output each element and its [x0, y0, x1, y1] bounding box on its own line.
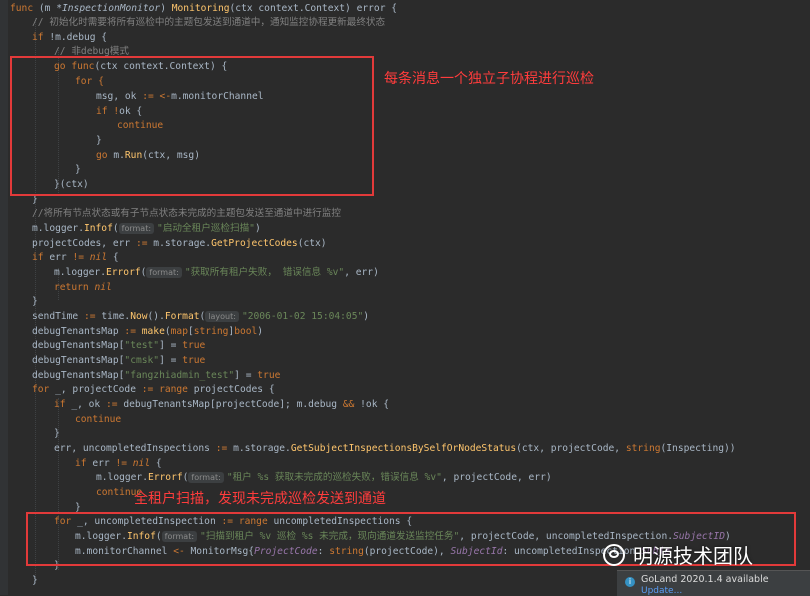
code-line-20: return nil	[54, 282, 112, 293]
editor-gutter	[0, 0, 8, 595]
code-line-3: if !m.debug {	[32, 32, 108, 43]
parameter-hint: format:	[146, 267, 182, 278]
code-line-1: func (m *InspectionMonitor) Monitoring(c…	[10, 3, 398, 14]
code-line-26: debugTenantsMap["fangzhiadmin_test"] = t…	[32, 370, 281, 381]
goroutine-highlight-box	[10, 56, 374, 196]
code-line-23: debugTenantsMap := make(map[string]bool)	[32, 326, 264, 337]
watermark-text: 明源技术团队	[633, 544, 753, 568]
code-line-31: err, uncompletedInspections := m.storage…	[54, 443, 736, 454]
code-line-33: m.logger.Errorf(format: "租户 %s 获取未完成的巡检失败…	[96, 472, 552, 483]
wechat-logo-icon	[603, 543, 625, 566]
code-line-17: projectCodes, err := m.storage.GetProjec…	[32, 238, 327, 249]
watermark: 明源技术团队	[603, 540, 753, 569]
notification-title: GoLand 2020.1.4 available	[641, 574, 769, 585]
parameter-hint: format:	[188, 472, 224, 483]
code-line-18: if err != nil {	[32, 252, 119, 263]
code-line-27: for _, projectCode := range projectCodes…	[32, 384, 275, 395]
code-line-30: }	[54, 428, 60, 439]
parameter-hint: layout:	[205, 311, 239, 322]
code-line-15: //将所有节点状态或有子节点状态未完成的主题包发送至通道中进行监控	[32, 208, 341, 219]
scan-annotation: 全租户扫描，发现未完成巡检发送到通道	[134, 491, 386, 507]
code-line-29: continue	[75, 414, 122, 425]
parameter-hint: format:	[118, 223, 155, 234]
code-line-16: m.logger.Infof(format: "启动全租户巡检扫描")	[32, 223, 261, 234]
info-icon: i	[625, 577, 635, 587]
update-notification[interactable]: i GoLand 2020.1.4 available Update...	[617, 570, 810, 596]
code-line-19: m.logger.Errorf(format: "获取所有租户失败， 错误信息 %…	[54, 267, 379, 278]
code-line-2: // 初始化时需要将所有巡检中的主题包发送到通道中，通知监控协程更新最终状态	[32, 17, 386, 28]
code-line-22: sendTime := time.Now().Format(layout: "20…	[32, 311, 370, 322]
code-line-40: }	[32, 575, 38, 586]
code-line-21: }	[32, 296, 38, 307]
goroutine-annotation: 每条消息一个独立子协程进行巡检	[384, 71, 594, 87]
code-line-32: if err != nil {	[75, 458, 162, 469]
code-line-25: debugTenantsMap["cmsk"] = true	[32, 355, 206, 366]
code-line-28: if _, ok := debugTenantsMap[projectCode]…	[54, 399, 390, 410]
code-line-24: debugTenantsMap["test"] = true	[32, 340, 206, 351]
